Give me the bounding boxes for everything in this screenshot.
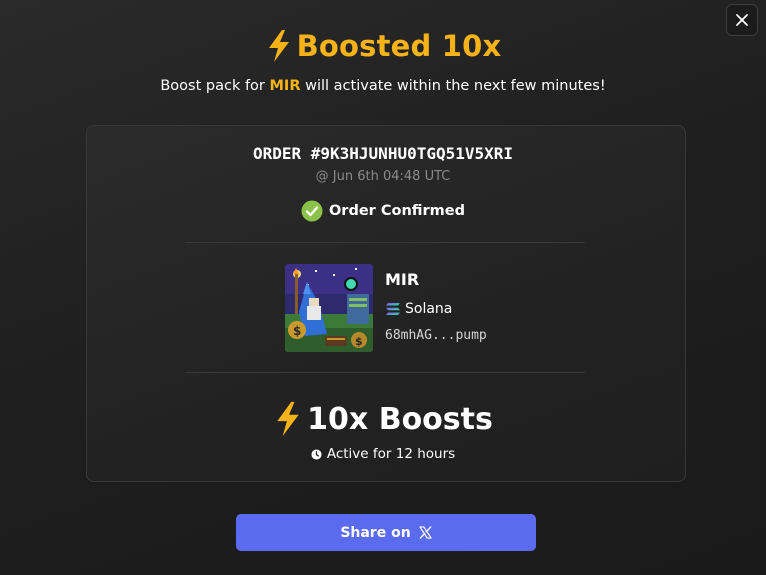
- token-chain: Solana: [385, 300, 452, 318]
- order-id: ORDER #9K3HJUNHU0TGQ51V5XRI: [252, 144, 514, 163]
- share-label: Share on: [340, 524, 411, 541]
- boost-duration-text: Active for 12 hours: [326, 446, 456, 462]
- order-status-text: Order Confirmed: [328, 203, 466, 219]
- order-timestamp: @ Jun 6th 04:48 UTC: [315, 169, 451, 184]
- wizard-token-art-icon: $ $: [285, 264, 373, 352]
- divider: [185, 372, 585, 373]
- subtitle-after: will activate within the next few minute…: [300, 78, 606, 94]
- boosts-label: 10x Boosts: [307, 401, 493, 437]
- x-logo-icon: [418, 526, 432, 539]
- check-circle-icon: [301, 200, 323, 222]
- subtitle-token: MIR: [269, 78, 301, 94]
- token-image: $ $: [285, 264, 373, 352]
- title-text: Boosted 10x: [296, 29, 502, 63]
- token-name: MIR: [385, 270, 420, 289]
- boost-duration: Active for 12 hours: [0, 444, 766, 464]
- svg-text:$: $: [293, 324, 301, 338]
- lightning-icon: [277, 401, 299, 437]
- solana-icon: [386, 303, 400, 315]
- share-on-x-button[interactable]: Share on: [236, 514, 536, 551]
- svg-text:$: $: [355, 335, 363, 348]
- divider: [185, 242, 585, 243]
- order-status: Order Confirmed: [0, 199, 766, 223]
- token-chain-text: Solana: [405, 301, 453, 317]
- boosts-summary: 10x Boosts: [0, 396, 766, 442]
- clock-icon: [311, 448, 322, 460]
- subtitle: Boost pack for MIR will activate within …: [0, 78, 766, 94]
- modal-title: Boosted 10x: [0, 24, 766, 68]
- subtitle-before: Boost pack for: [160, 78, 270, 94]
- token-address[interactable]: 68mhAG...pump: [385, 328, 487, 343]
- lightning-icon: [268, 30, 289, 62]
